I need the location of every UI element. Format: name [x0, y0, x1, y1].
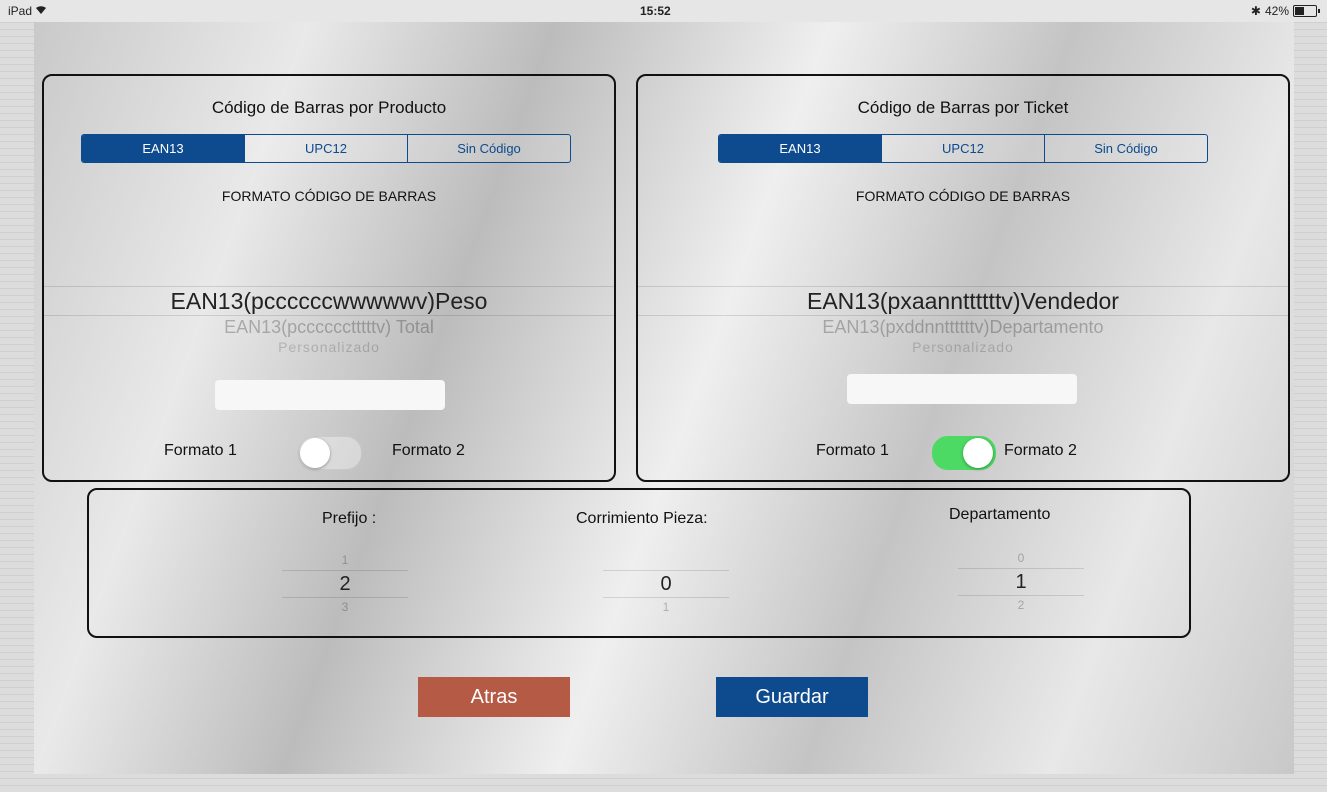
picker-selected[interactable]: 2 — [282, 570, 408, 598]
battery-icon — [1293, 5, 1320, 17]
producto-custom-input[interactable] — [215, 380, 445, 410]
producto-format-label: FORMATO CÓDIGO DE BARRAS — [221, 188, 437, 204]
prefijo-picker[interactable]: 1 2 3 — [282, 550, 408, 616]
departamento-picker[interactable]: 0 1 2 — [958, 548, 1084, 614]
picker-option[interactable]: 0 — [958, 548, 1084, 568]
picker-option[interactable]: Personalizado — [638, 338, 1288, 356]
picker-selected[interactable]: EAN13(pccccccwwwwwv)Peso — [44, 286, 614, 316]
corrimiento-label: Corrimiento Pieza: — [576, 510, 708, 527]
ticket-custom-input[interactable] — [847, 374, 1077, 404]
departamento-label: Departamento — [949, 506, 1051, 523]
picker-option[interactable]: 2 — [958, 596, 1084, 614]
ticket-format-picker[interactable]: EAN13(pxaannttttttv)Vendedor EAN13(pxddn… — [638, 266, 1288, 356]
switch-knob — [300, 438, 330, 468]
toggle-label-formato-2: Formato 2 — [1004, 442, 1077, 459]
save-button[interactable]: Guardar — [716, 677, 868, 717]
picker-selected[interactable]: 0 — [603, 570, 729, 598]
panel-ticket: Código de Barras por Ticket EAN13 UPC12 … — [636, 74, 1290, 482]
wifi-icon — [35, 4, 47, 18]
producto-segment-sin-codigo[interactable]: Sin Código — [407, 135, 570, 162]
picker-selected[interactable]: 1 — [958, 568, 1084, 596]
ticket-segmented-control: EAN13 UPC12 Sin Código — [718, 134, 1208, 163]
picker-option[interactable]: 1 — [282, 550, 408, 570]
picker-option[interactable]: 1 — [603, 598, 729, 616]
status-right: ✱ 42% — [1250, 4, 1320, 18]
panel-settings: Prefijo : Corrimiento Pieza: Departament… — [87, 488, 1191, 638]
status-bar: iPad 15:52 ✱ 42% — [0, 0, 1327, 22]
back-button[interactable]: Atras — [418, 677, 570, 717]
picker-option[interactable]: Personalizado — [44, 338, 614, 356]
producto-format-picker[interactable]: EAN13(pccccccwwwwwv)Peso EAN13(pcccccctt… — [44, 266, 614, 356]
picker-selected[interactable]: EAN13(pxaannttttttv)Vendedor — [638, 286, 1288, 316]
corrimiento-picker[interactable]: 0 1 — [603, 550, 729, 616]
ticket-format-switch[interactable] — [932, 436, 996, 470]
bluetooth-icon: ✱ — [1250, 4, 1261, 18]
picker-option[interactable]: EAN13(pxddnnttttttv)Departamento — [638, 316, 1288, 338]
status-left: iPad — [8, 4, 47, 18]
panel-producto: Código de Barras por Producto EAN13 UPC1… — [42, 74, 616, 482]
battery-percent: 42% — [1264, 4, 1289, 18]
toggle-label-formato-2: Formato 2 — [392, 442, 465, 459]
producto-title: Código de Barras por Producto — [211, 98, 447, 117]
picker-above — [638, 266, 1288, 286]
ticket-title: Código de Barras por Ticket — [857, 98, 1069, 117]
producto-segment-ean13[interactable]: EAN13 — [82, 135, 244, 162]
ticket-segment-sin-codigo[interactable]: Sin Código — [1044, 135, 1207, 162]
toggle-label-formato-1: Formato 1 — [164, 442, 237, 459]
ticket-segment-upc12[interactable]: UPC12 — [881, 135, 1044, 162]
picker-above — [44, 266, 614, 286]
ticket-segment-ean13[interactable]: EAN13 — [719, 135, 881, 162]
producto-segmented-control: EAN13 UPC12 Sin Código — [81, 134, 571, 163]
toggle-label-formato-1: Formato 1 — [816, 442, 889, 459]
ticket-format-label: FORMATO CÓDIGO DE BARRAS — [855, 188, 1071, 204]
producto-segment-upc12[interactable]: UPC12 — [244, 135, 407, 162]
device-name: iPad — [8, 4, 33, 18]
picker-option[interactable]: 3 — [282, 598, 408, 616]
switch-knob — [963, 438, 993, 468]
status-time: 15:52 — [640, 4, 671, 18]
producto-toggle-row: Formato 1 Formato 2 — [44, 436, 614, 470]
ticket-toggle-row: Formato 1 Formato 2 — [638, 436, 1288, 470]
picker-option[interactable] — [603, 550, 729, 570]
prefijo-label: Prefijo : — [322, 510, 377, 527]
picker-option[interactable]: EAN13(pcccccctttttv) Total — [44, 316, 614, 338]
producto-format-switch[interactable] — [298, 436, 362, 470]
